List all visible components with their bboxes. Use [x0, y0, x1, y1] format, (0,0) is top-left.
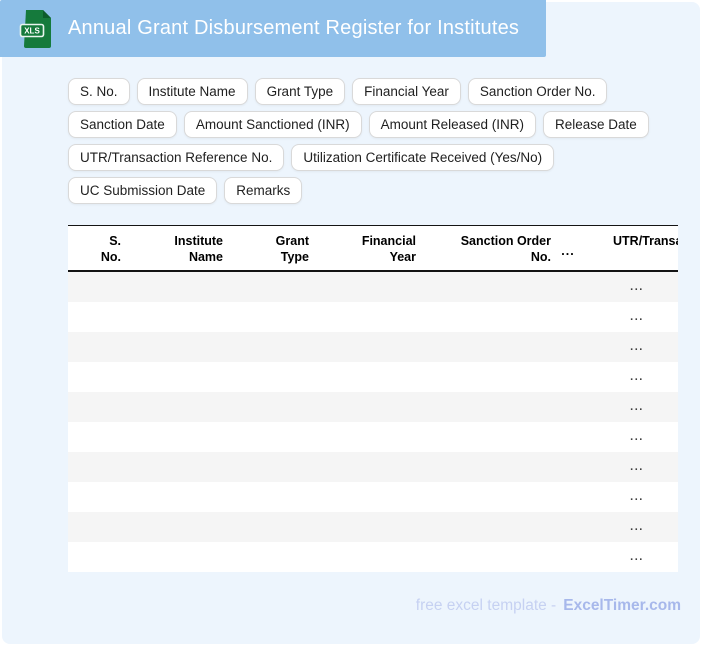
table-row: ...	[68, 512, 678, 542]
row-ellipsis: ...	[630, 371, 644, 383]
col-header-financial-year: Financial Year	[361, 234, 416, 264]
chip-s-no[interactable]: S. No.	[68, 78, 130, 105]
table-row: ...	[68, 482, 678, 512]
app-header: XLS Annual Grant Disbursement Register f…	[0, 0, 546, 57]
row-ellipsis: ...	[630, 461, 644, 473]
row-ellipsis: ...	[630, 341, 644, 353]
register-table: S. No. Institute Name Grant Type Financi…	[68, 225, 678, 572]
chip-utr-reference[interactable]: UTR/Transaction Reference No.	[68, 144, 285, 171]
table-row: ...	[68, 542, 678, 572]
row-ellipsis: ...	[630, 551, 644, 563]
chip-institute-name[interactable]: Institute Name	[136, 78, 248, 105]
row-ellipsis: ...	[630, 281, 644, 293]
chip-grant-type[interactable]: Grant Type	[254, 78, 346, 105]
chip-remarks[interactable]: Remarks	[224, 177, 303, 204]
col-header-utr-reference: UTR/Transaction Reference No.	[613, 234, 678, 248]
footer-credit: free excel template - ExcelTimer.com	[416, 597, 681, 615]
row-ellipsis: ...	[630, 311, 644, 323]
chip-uc-received[interactable]: Utilization Certificate Received (Yes/No…	[291, 144, 555, 171]
table-row: ...	[68, 452, 678, 482]
table-row: ...	[68, 332, 678, 362]
chip-amount-sanctioned[interactable]: Amount Sanctioned (INR)	[183, 111, 362, 138]
column-chip-list: S. No. Institute Name Grant Type Financi…	[68, 78, 702, 204]
table-body: ... ... ... ... ... ... ... ... ... ...	[68, 272, 678, 572]
footer-brand-link[interactable]: ExcelTimer.com	[563, 597, 681, 614]
xls-file-icon: XLS	[19, 10, 51, 48]
col-header-grant-type: Grant Type	[275, 234, 309, 264]
table-header-row: S. No. Institute Name Grant Type Financi…	[68, 225, 678, 272]
row-ellipsis: ...	[630, 431, 644, 443]
row-ellipsis: ...	[630, 401, 644, 413]
col-header-ellipsis: ...	[561, 244, 575, 258]
chip-release-date[interactable]: Release Date	[542, 111, 649, 138]
xls-icon-label: XLS	[24, 27, 40, 36]
table-row: ...	[68, 422, 678, 452]
chip-financial-year[interactable]: Financial Year	[352, 78, 461, 105]
table-row: ...	[68, 362, 678, 392]
col-header-sanction-order-no: Sanction Order No.	[460, 234, 551, 264]
page-title: Annual Grant Disbursement Register for I…	[68, 17, 520, 39]
chip-sanction-order-no[interactable]: Sanction Order No.	[467, 78, 608, 105]
chip-uc-submission-date[interactable]: UC Submission Date	[68, 177, 218, 204]
row-ellipsis: ...	[630, 521, 644, 533]
chip-amount-released[interactable]: Amount Released (INR)	[368, 111, 536, 138]
footer-credit-text: free excel template -	[415, 597, 557, 614]
table-row: ...	[68, 302, 678, 332]
chip-sanction-date[interactable]: Sanction Date	[68, 111, 177, 138]
row-ellipsis: ...	[630, 491, 644, 503]
table-row: ...	[68, 272, 678, 302]
table-row: ...	[68, 392, 678, 422]
col-header-institute-name: Institute Name	[174, 234, 223, 264]
col-header-s-no: S. No.	[100, 234, 121, 264]
